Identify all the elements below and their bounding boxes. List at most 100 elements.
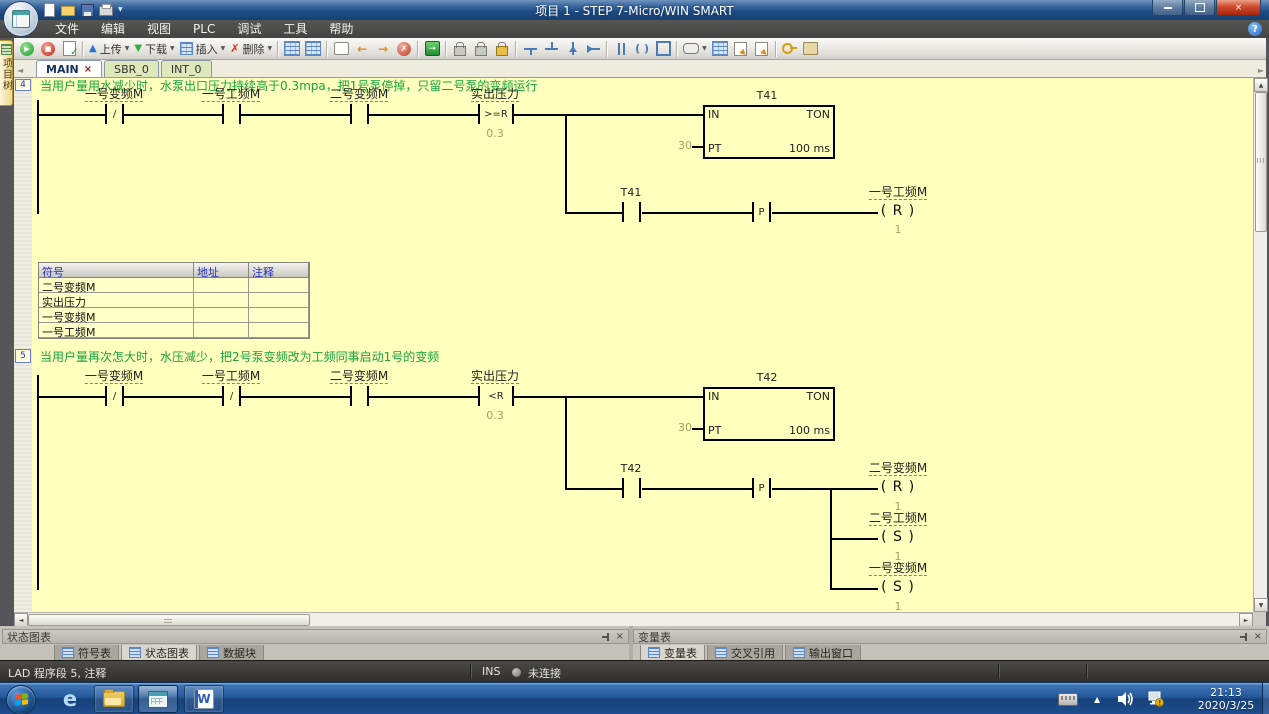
menu-view[interactable]: 视图 (136, 20, 182, 38)
tab-main[interactable]: MAIN × (36, 60, 102, 77)
insert-contact-button[interactable] (613, 41, 629, 57)
tab-scroll-right-icon[interactable]: ► (1258, 66, 1264, 75)
contact-nc[interactable]: / (222, 386, 241, 406)
menu-debug[interactable]: 调试 (226, 20, 272, 38)
symtab-cell-address[interactable] (194, 308, 249, 323)
program-view-button[interactable] (284, 41, 300, 57)
symbol-view-button[interactable] (305, 41, 321, 57)
maximize-button[interactable] (1184, 0, 1215, 16)
password-lock-button[interactable] (494, 41, 510, 57)
contact-pulse[interactable]: P (752, 202, 771, 222)
line-right-button[interactable] (585, 41, 601, 57)
taskbar-clock[interactable]: 21:13 2020/3/25 (1188, 686, 1264, 712)
compare-contact[interactable]: <R (478, 386, 514, 406)
key-button[interactable] (782, 41, 798, 57)
symtab-cell-comment[interactable] (249, 293, 309, 308)
menu-tools[interactable]: 工具 (272, 20, 318, 38)
contact-no[interactable] (622, 202, 641, 222)
tab-symbol-table[interactable]: 符号表 (54, 645, 119, 661)
input-method-keyboard-icon[interactable] (1058, 693, 1078, 706)
taskbar-microwin-button[interactable] (138, 685, 178, 713)
insert-button[interactable]: 插入 ▼ (180, 41, 226, 57)
insert-branch-down-button[interactable] (522, 41, 538, 57)
tab-status-chart[interactable]: 状态图表 (121, 645, 197, 661)
scroll-up-button[interactable]: ▲ (1254, 78, 1268, 92)
go-button[interactable]: → (424, 41, 440, 57)
tab-scroll-left-icon[interactable]: ◄ (17, 66, 23, 75)
panel-close-icon[interactable]: × (616, 631, 624, 642)
help-icon[interactable]: ? (1248, 22, 1262, 36)
taskbar-word-button[interactable]: W (184, 685, 224, 713)
reset-coil[interactable]: ( R ) (881, 479, 916, 495)
scroll-left-button[interactable]: ◄ (14, 613, 28, 627)
tab-sbr0[interactable]: SBR_0 (104, 60, 159, 77)
tab-data-block[interactable]: 数据块 (199, 645, 264, 661)
volume-icon[interactable] (1118, 692, 1134, 706)
symtab-cell-symbol[interactable]: 实出压力 (39, 293, 194, 308)
symtab-header-address[interactable]: 地址 (194, 263, 249, 278)
start-button[interactable] (6, 685, 36, 714)
app-menu-button[interactable] (3, 1, 39, 37)
compare-contact[interactable]: >=R (478, 104, 514, 124)
symtab-cell-comment[interactable] (249, 308, 309, 323)
taskbar-explorer-button[interactable] (94, 685, 134, 713)
symtab-cell-comment[interactable] (249, 278, 309, 293)
project-tree-tab[interactable]: 项目树 (0, 40, 13, 106)
contact-no[interactable] (622, 478, 641, 498)
symbol-table-button[interactable] (712, 41, 728, 57)
minimize-button[interactable] (1152, 0, 1183, 16)
ladder-editor[interactable] (32, 78, 1253, 612)
taskbar-ie-button[interactable]: e (50, 685, 90, 713)
addressing-button[interactable]: ▼ (683, 43, 707, 54)
set-coil[interactable]: ( S ) (881, 529, 915, 545)
symtab-cell-symbol[interactable]: 一号工频M (39, 323, 194, 338)
tab-close-icon[interactable]: × (84, 64, 92, 75)
lock-button[interactable] (452, 41, 468, 57)
symtab-header-symbol[interactable]: 符号 (39, 263, 194, 278)
show-desktop-button[interactable] (1262, 683, 1269, 714)
symtab-cell-symbol[interactable]: 一号变频M (39, 308, 194, 323)
network5-comment[interactable]: 当用户量再次怎大时，水压减少，把2号泵变频改为工频同事启动1号的变频 (40, 350, 439, 364)
contact-no[interactable] (222, 104, 241, 124)
open-file-icon[interactable] (61, 3, 75, 17)
qat-dropdown-icon[interactable]: ▼ (118, 6, 123, 13)
contact-nc[interactable]: / (105, 104, 124, 124)
menu-plc[interactable]: PLC (182, 20, 226, 38)
timer-box-ton[interactable]: IN TON PT 100 ms (703, 105, 835, 159)
redo-button[interactable]: → (375, 41, 391, 57)
network4-number[interactable]: 4 (15, 79, 31, 91)
delete-button[interactable]: ✗ 删除 ▼ (230, 41, 272, 57)
symtab-cell-symbol[interactable]: 二号变频M (39, 278, 194, 293)
tray-expand-icon[interactable]: ▲ (1094, 695, 1100, 704)
close-button[interactable]: × (1216, 0, 1261, 16)
symtab-cell-address[interactable] (194, 278, 249, 293)
scroll-right-button[interactable]: ► (1239, 613, 1253, 627)
unlock-button[interactable] (473, 41, 489, 57)
symtab-header-comment[interactable]: 注释 (249, 263, 309, 278)
clear-button[interactable] (333, 41, 349, 57)
contact-no[interactable] (350, 104, 369, 124)
network5-number[interactable]: 5 (15, 349, 31, 363)
timer-box-ton[interactable]: IN TON PT 100 ms (703, 387, 835, 441)
line-up-button[interactable] (564, 41, 580, 57)
insert-box-button[interactable] (655, 41, 671, 57)
menu-edit[interactable]: 编辑 (90, 20, 136, 38)
set-coil[interactable]: ( S ) (881, 579, 915, 595)
memory-card-button[interactable] (803, 41, 819, 57)
contact-nc[interactable]: / (105, 386, 124, 406)
pin-icon[interactable] (1240, 633, 1248, 641)
vertical-scrollbar[interactable]: ▲ ▼ (1253, 78, 1267, 612)
tab-output-window[interactable]: 输出窗口 (785, 645, 861, 661)
panel-close-icon[interactable]: × (1254, 631, 1262, 642)
menu-file[interactable]: 文件 (44, 20, 90, 38)
insert-branch-up-button[interactable] (543, 41, 559, 57)
menu-help[interactable]: 帮助 (318, 20, 364, 38)
tab-int0[interactable]: INT_0 (161, 60, 212, 77)
stop-button[interactable]: ■ (40, 41, 56, 57)
upload-button[interactable]: ▲ 上传 ▼ (89, 41, 129, 57)
symtab-cell-comment[interactable] (249, 323, 309, 338)
run-button[interactable]: ▶ (19, 41, 35, 57)
table-edit-button[interactable] (754, 41, 770, 57)
horizontal-scrollbar[interactable]: ◄ ► (14, 612, 1253, 626)
save-icon[interactable] (80, 3, 94, 17)
